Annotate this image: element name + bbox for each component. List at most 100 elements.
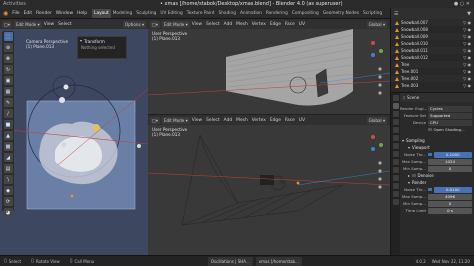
workspace-tab-layout[interactable]: Layout xyxy=(92,9,111,18)
activities-label[interactable]: Activities xyxy=(3,1,26,7)
editor-type-button[interactable]: □▾ xyxy=(2,20,12,28)
outliner-item[interactable]: Snowball.010 ▽ ◉ xyxy=(391,40,474,47)
workspace-tab-compositing[interactable]: Compositing xyxy=(290,9,321,18)
open-shading-checkbox[interactable] xyxy=(428,127,432,132)
spin-tool-icon[interactable]: ⟳ xyxy=(3,197,13,206)
world-tab-icon[interactable] xyxy=(392,135,399,141)
tool-tab-icon[interactable] xyxy=(392,95,399,101)
add-cube-tool-icon[interactable]: ■ xyxy=(3,120,13,129)
bottom-3d-viewport[interactable]: □▾ Edit Mode ▾ View Select Add Mesh Vert… xyxy=(148,114,390,255)
menu-edge[interactable]: Edge xyxy=(268,115,283,126)
r-min-samples-field[interactable]: 0 xyxy=(428,200,472,207)
menu-select[interactable]: Select xyxy=(204,115,222,126)
modifier-tab-icon[interactable] xyxy=(392,151,399,157)
collapse-chevron-icon[interactable] xyxy=(80,40,82,42)
workspace-tab-shading[interactable]: Shading xyxy=(216,9,237,18)
r-noise-threshold-field[interactable]: 0.0100 xyxy=(433,186,472,193)
workspace-tab-rendering[interactable]: Rendering xyxy=(264,9,290,18)
mode-selector[interactable]: Edit Mode ▾ xyxy=(13,20,42,28)
outliner-item[interactable]: Tree.003 ▽ ◉ xyxy=(391,82,474,89)
inset-tool-icon[interactable]: ▩ xyxy=(3,142,13,151)
outliner-item[interactable]: Snowball.009 ▽ ◉ xyxy=(391,33,474,40)
menu-mesh[interactable]: Mesh xyxy=(234,115,250,126)
vp-max-samples-field[interactable]: 1024 xyxy=(428,158,472,165)
workspace-tab-geometry-nodes[interactable]: Geometry Nodes xyxy=(321,9,361,18)
output-tab-icon[interactable] xyxy=(392,111,399,117)
r-max-samples-field[interactable]: 4096 xyxy=(428,193,472,200)
menu-face[interactable]: Face xyxy=(283,19,297,30)
particles-tab-icon[interactable] xyxy=(392,159,399,165)
menu-mesh[interactable]: Mesh xyxy=(234,19,250,30)
texture-tab-icon[interactable] xyxy=(392,199,399,205)
menu-edge[interactable]: Edge xyxy=(268,19,283,30)
workspace-tab-uv-editing[interactable]: UV Editing xyxy=(158,9,184,18)
noise-threshold-checkbox[interactable] xyxy=(428,152,432,157)
options-dropdown[interactable]: Options ▾ xyxy=(122,20,146,28)
menu-vertex[interactable]: Vertex xyxy=(250,19,268,30)
denoise-checkbox[interactable] xyxy=(412,173,416,178)
loop-cut-tool-icon[interactable]: ▤ xyxy=(3,164,13,173)
workspace-tab-sculpting[interactable]: Sculpting xyxy=(134,9,158,18)
vp-min-samples-field[interactable]: 0 xyxy=(428,165,472,172)
menu-add[interactable]: Add xyxy=(222,115,235,126)
menu-select[interactable]: Select xyxy=(56,19,74,30)
annotate-tool-icon[interactable]: ✎ xyxy=(3,98,13,107)
cursor-tool-icon[interactable]: ⊕ xyxy=(3,43,13,52)
window-controls[interactable]: ● ○ ✕ xyxy=(454,1,470,7)
outliner-item[interactable]: Tree.002 ▽ ◉ xyxy=(391,75,474,82)
data-tab-icon[interactable] xyxy=(392,183,399,189)
render-tab-icon[interactable] xyxy=(392,103,399,109)
outliner-item[interactable]: Snowball.011 ▽ ◉ xyxy=(391,47,474,54)
measure-tool-icon[interactable]: ∕ xyxy=(3,109,13,118)
workspace-tab-texture-paint[interactable]: Texture Paint xyxy=(185,9,217,18)
bevel-tool-icon[interactable]: ◢ xyxy=(3,153,13,162)
taskbar-app-blender[interactable]: xmas [/home/stab... xyxy=(255,256,302,266)
transform-panel-title[interactable]: Transform xyxy=(84,39,105,44)
editor-type-button[interactable]: □▾ xyxy=(150,20,160,28)
smooth-tool-icon[interactable]: ◕ xyxy=(3,208,13,217)
menu-add[interactable]: Add xyxy=(222,19,235,30)
menu-render[interactable]: Render xyxy=(34,8,54,19)
outliner-item[interactable]: Snowball.012 ▽ ◉ xyxy=(391,54,474,61)
material-tab-icon[interactable] xyxy=(392,191,399,197)
workspace-tab-scripting[interactable]: Scripting xyxy=(361,9,384,18)
scene-tab-icon[interactable] xyxy=(392,127,399,133)
move-tool-icon[interactable]: ✥ xyxy=(3,54,13,63)
object-tab-icon[interactable] xyxy=(392,143,399,149)
outliner-item[interactable]: Tree.001 ▽ ◉ xyxy=(391,68,474,75)
render-section-header[interactable]: Render xyxy=(400,179,474,186)
workspace-tab-modeling[interactable]: Modeling xyxy=(111,9,135,18)
select-box-tool-icon[interactable]: ⬚ xyxy=(3,32,13,41)
poly-build-tool-icon[interactable]: ◆ xyxy=(3,186,13,195)
physics-tab-icon[interactable] xyxy=(392,167,399,173)
denoise-section-header[interactable]: Denoise xyxy=(400,172,474,179)
view-layer-tab-icon[interactable] xyxy=(392,119,399,125)
rotate-tool-icon[interactable]: ↻ xyxy=(3,65,13,74)
constraints-tab-icon[interactable] xyxy=(392,175,399,181)
extrude-tool-icon[interactable]: ▲ xyxy=(3,131,13,140)
menu-edit[interactable]: Edit xyxy=(22,8,35,19)
mode-selector[interactable]: Edit Mode ▾ xyxy=(161,116,190,124)
outliner-item[interactable]: Tree ▽ ◉ xyxy=(391,61,474,68)
menu-file[interactable]: File xyxy=(10,8,21,19)
sampling-section-header[interactable]: Sampling xyxy=(400,137,474,144)
render-engine-dropdown[interactable]: Cycles xyxy=(428,105,472,112)
menu-view[interactable]: View xyxy=(42,19,56,30)
menu-help[interactable]: Help xyxy=(75,8,89,19)
menu-uv[interactable]: UV xyxy=(297,115,307,126)
menu-view[interactable]: View xyxy=(190,19,204,30)
outliner-item[interactable]: Snowball.008 ▽ ◉ xyxy=(391,26,474,33)
menu-vertex[interactable]: Vertex xyxy=(250,115,268,126)
device-dropdown[interactable]: CPU xyxy=(428,119,472,126)
menu-face[interactable]: Face xyxy=(283,115,297,126)
outliner-item[interactable]: Snowball.007 ▽ ◉ xyxy=(391,19,474,26)
time-limit-field[interactable]: 0 s xyxy=(428,207,472,214)
scale-tool-icon[interactable]: ▣ xyxy=(3,76,13,85)
orientation-selector[interactable]: Global ▾ xyxy=(366,116,387,124)
top-3d-viewport[interactable]: □▾ Edit Mode ▾ View Select Add Mesh Vert… xyxy=(148,19,390,114)
feature-set-dropdown[interactable]: Supported xyxy=(428,112,472,119)
transform-tool-icon[interactable]: ▦ xyxy=(3,87,13,96)
blender-logo-icon[interactable]: ◉ xyxy=(3,10,8,17)
outliner-filter-icon[interactable]: ▼ xyxy=(467,11,471,17)
camera-viewport[interactable]: □▾ Edit Mode ▾ View Select Options ▾ Cam… xyxy=(0,19,148,255)
